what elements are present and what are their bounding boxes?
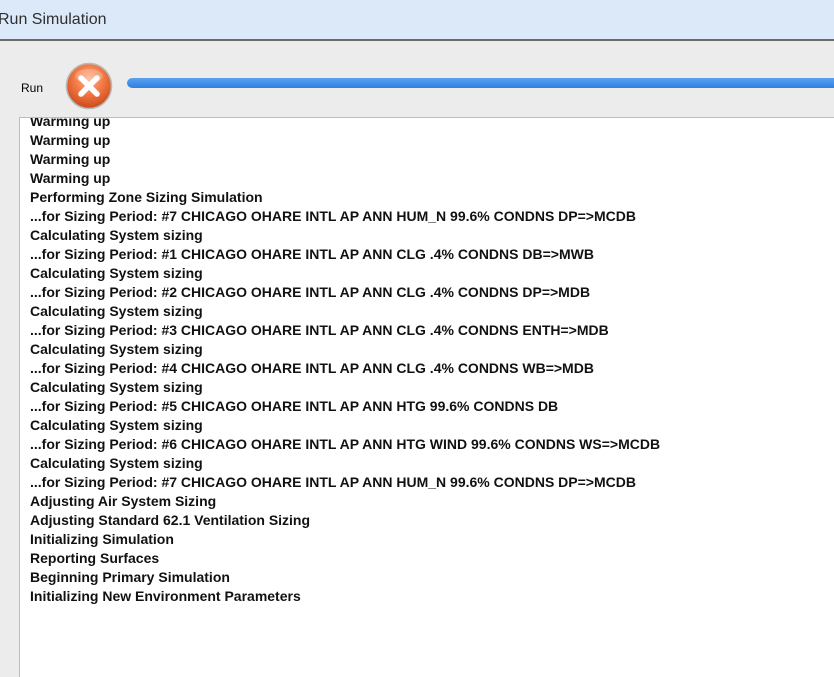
log-line: ...for Sizing Period: #3 CHICAGO OHARE I… bbox=[30, 322, 609, 338]
simulation-log-panel[interactable]: Warming up Warming up Warming up Warming up… bbox=[19, 117, 834, 677]
log-line: Adjusting Air System Sizing bbox=[30, 493, 217, 509]
log-line: ...for Sizing Period: #7 CHICAGO OHARE I… bbox=[30, 208, 636, 224]
progress-bar-fill bbox=[127, 78, 834, 88]
log-line: Calculating System sizing bbox=[30, 265, 203, 281]
stop-x-circle-icon bbox=[65, 62, 113, 110]
log-line: Performing Zone Sizing Simulation bbox=[30, 189, 263, 205]
log-line: Calculating System sizing bbox=[30, 303, 203, 319]
log-line: Reporting Surfaces bbox=[30, 550, 160, 566]
run-label: Run bbox=[21, 81, 44, 95]
title-bar[interactable]: Run Simulation bbox=[0, 0, 834, 41]
log-line: Adjusting Standard 62.1 Ventilation Sizi… bbox=[30, 512, 311, 528]
log-line: Calculating System sizing bbox=[30, 341, 203, 357]
log-line: ...for Sizing Period: #2 CHICAGO OHARE I… bbox=[30, 284, 591, 300]
log-line: ...for Sizing Period: #4 CHICAGO OHARE I… bbox=[30, 360, 594, 376]
stop-simulation-button[interactable] bbox=[65, 62, 113, 110]
log-line: Warming up bbox=[30, 132, 111, 148]
run-simulation-window: Run Simulation Run Warming up Warming up… bbox=[0, 0, 834, 677]
log-list: Warming up Warming up Warming up Warming up… bbox=[30, 117, 661, 606]
log-line: Calculating System sizing bbox=[30, 455, 203, 471]
log-line: Warming up bbox=[30, 151, 111, 167]
log-line: ...for Sizing Period: #6 CHICAGO OHARE I… bbox=[30, 436, 661, 452]
simulation-progress-bar bbox=[127, 78, 834, 88]
log-line: ...for Sizing Period: #7 CHICAGO OHARE I… bbox=[30, 474, 636, 490]
log-line: ...for Sizing Period: #1 CHICAGO OHARE I… bbox=[30, 246, 594, 262]
log-line: Calculating System sizing bbox=[30, 227, 203, 243]
log-line: ...for Sizing Period: #5 CHICAGO OHARE I… bbox=[30, 398, 559, 414]
log-line: Calculating System sizing bbox=[30, 379, 203, 395]
log-line: Warming up bbox=[30, 170, 111, 186]
run-toolbar: Run bbox=[0, 41, 834, 116]
log-line: Calculating System sizing bbox=[30, 417, 203, 433]
window-title: Run Simulation bbox=[0, 11, 107, 28]
log-line: Beginning Primary Simulation bbox=[30, 569, 230, 585]
log-line: Initializing New Environment Parameters bbox=[30, 588, 301, 604]
log-line: Initializing Simulation bbox=[30, 531, 174, 547]
log-line: Warming up bbox=[30, 117, 111, 129]
